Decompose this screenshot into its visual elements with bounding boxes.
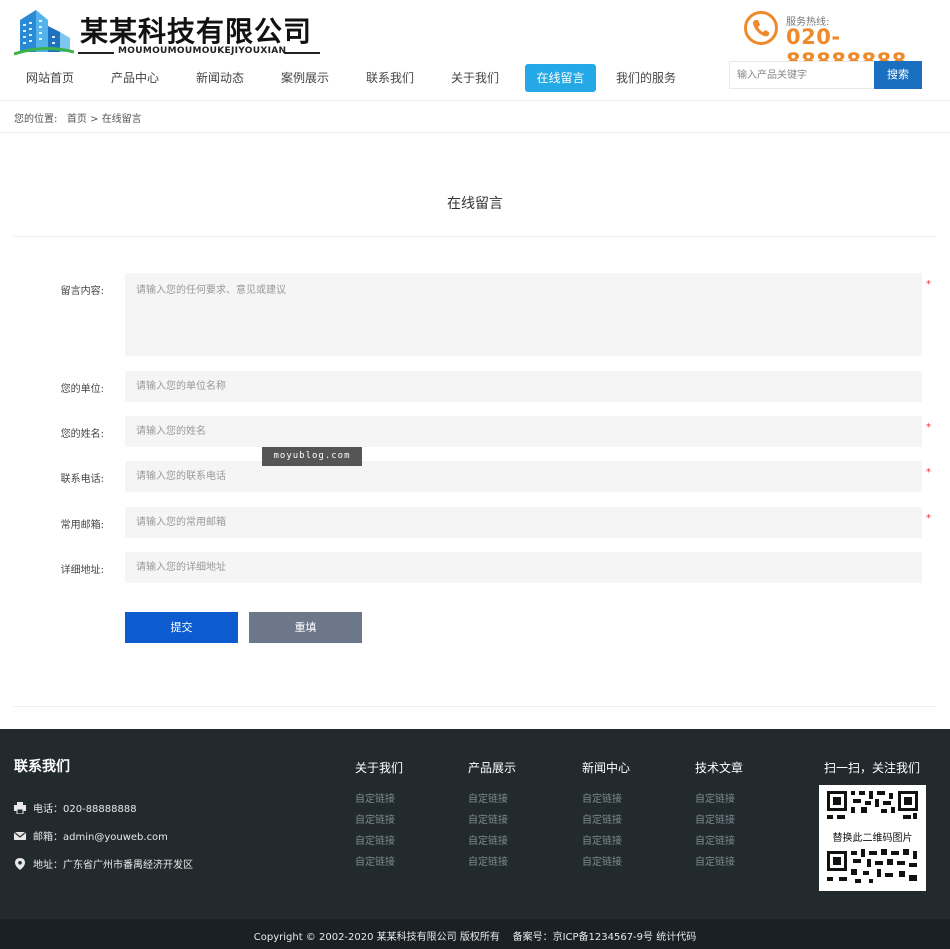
required-mark-phone: * bbox=[926, 467, 931, 478]
required-mark-email: * bbox=[926, 513, 931, 524]
label-name: 您的姓名: bbox=[60, 429, 104, 440]
nav-item-home[interactable]: 网站首页 bbox=[14, 64, 86, 92]
nav-item-message[interactable]: 在线留言 bbox=[525, 64, 596, 92]
footer-col-title: 关于我们 bbox=[355, 761, 404, 775]
footer-contact-title: 联系我们 bbox=[14, 759, 70, 775]
copyright-text: Copyright © 2002-2020 某某科技有限公司 版权所有 备案号：… bbox=[253, 932, 697, 943]
nav-item-services[interactable]: 我们的服务 bbox=[610, 64, 682, 92]
company-input[interactable] bbox=[125, 371, 922, 402]
nav-item-contact[interactable]: 联系我们 bbox=[354, 64, 426, 92]
logo-line-right bbox=[284, 52, 320, 54]
footer-link[interactable]: 自定链接 bbox=[355, 852, 455, 873]
search-input[interactable] bbox=[729, 61, 875, 89]
nav-item-news[interactable]: 新闻动态 bbox=[184, 64, 256, 92]
footer-link[interactable]: 自定链接 bbox=[468, 831, 568, 852]
logo-company-name: 某某科技有限公司 bbox=[80, 15, 313, 48]
footer-col-articles: 技术文章 自定链接 自定链接 自定链接 自定链接 bbox=[695, 759, 795, 873]
footer-phone-text: 电话：020-88888888 bbox=[33, 804, 137, 815]
title-divider bbox=[14, 236, 936, 237]
watermark-label: moyublog.com bbox=[262, 447, 362, 466]
copyright-bar: Copyright © 2002-2020 某某科技有限公司 版权所有 备案号：… bbox=[0, 919, 950, 949]
hotline: 服务热线: 020-88888888 bbox=[744, 10, 934, 73]
email-input[interactable] bbox=[125, 507, 922, 538]
reset-button[interactable]: 重填 bbox=[249, 612, 362, 643]
nav-item-about[interactable]: 关于我们 bbox=[439, 64, 511, 92]
submit-button[interactable]: 提交 bbox=[125, 612, 238, 643]
qr-title: 扫一扫，关注我们 bbox=[823, 761, 920, 775]
footer-email-text: 邮箱：admin@youweb.com bbox=[33, 832, 168, 843]
footer-link[interactable]: 自定链接 bbox=[695, 789, 795, 810]
search-box: 搜索 bbox=[729, 61, 922, 89]
phone-input[interactable] bbox=[125, 461, 922, 492]
label-message: 留言内容: bbox=[60, 286, 104, 297]
building-logo-icon bbox=[14, 10, 74, 56]
footer-link[interactable]: 自定链接 bbox=[582, 789, 682, 810]
qr-code: 替换此二维码图片 bbox=[819, 785, 926, 891]
breadcrumb-current: 在线留言 bbox=[101, 114, 142, 125]
footer-link[interactable]: 自定链接 bbox=[468, 852, 568, 873]
footer-link[interactable]: 自定链接 bbox=[695, 831, 795, 852]
required-mark-name: * bbox=[926, 422, 931, 433]
site-header: 某某科技有限公司 MOUMOUMOUMOUKEJIYOUXIAN 服务热线: 0… bbox=[0, 0, 950, 100]
form-divider bbox=[14, 706, 936, 707]
logo-line-left bbox=[78, 52, 114, 54]
label-phone: 联系电话: bbox=[60, 474, 104, 485]
footer-col-news: 新闻中心 自定链接 自定链接 自定链接 自定链接 bbox=[582, 759, 682, 873]
footer-link[interactable]: 自定链接 bbox=[355, 789, 455, 810]
footer-link[interactable]: 自定链接 bbox=[582, 810, 682, 831]
label-email: 常用邮箱: bbox=[60, 520, 104, 531]
breadcrumb-home-link[interactable]: 首页 bbox=[67, 114, 87, 125]
logo-company-pinyin: MOUMOUMOUMOUKEJIYOUXIAN bbox=[118, 46, 287, 56]
footer-link[interactable]: 自定链接 bbox=[582, 831, 682, 852]
footer-link[interactable]: 自定链接 bbox=[582, 852, 682, 873]
footer-col-title: 新闻中心 bbox=[582, 761, 631, 775]
footer-link[interactable]: 自定链接 bbox=[468, 810, 568, 831]
footer-address: 地址：广东省广州市番禺经济开发区 bbox=[14, 856, 193, 871]
footer-link[interactable]: 自定链接 bbox=[695, 852, 795, 873]
label-address: 详细地址: bbox=[60, 565, 104, 576]
breadcrumb-bar: 您的位置: 首页 > 在线留言 bbox=[0, 100, 950, 133]
footer-col-title: 产品展示 bbox=[468, 761, 517, 775]
footer-link[interactable]: 自定链接 bbox=[355, 810, 455, 831]
qr-caption: 替换此二维码图片 bbox=[832, 833, 913, 844]
nav-item-products[interactable]: 产品中心 bbox=[99, 64, 171, 92]
search-button[interactable]: 搜索 bbox=[874, 61, 922, 89]
address-input[interactable] bbox=[125, 552, 922, 583]
label-company: 您的单位: bbox=[60, 384, 104, 395]
site-logo[interactable]: 某某科技有限公司 MOUMOUMOUMOUKEJIYOUXIAN bbox=[14, 6, 324, 58]
footer-col-about: 关于我们 自定链接 自定链接 自定链接 自定链接 bbox=[355, 759, 455, 873]
footer-address-text: 地址：广东省广州市番禺经济开发区 bbox=[33, 860, 193, 871]
printer-icon bbox=[14, 802, 26, 814]
location-pin-icon bbox=[15, 858, 25, 870]
breadcrumb: 您的位置: 首页 > 在线留言 bbox=[14, 110, 142, 125]
phone-icon bbox=[744, 11, 778, 45]
footer-col-products: 产品展示 自定链接 自定链接 自定链接 自定链接 bbox=[468, 759, 568, 873]
footer-link[interactable]: 自定链接 bbox=[695, 810, 795, 831]
footer-link[interactable]: 自定链接 bbox=[468, 789, 568, 810]
nav-item-cases[interactable]: 案例展示 bbox=[269, 64, 341, 92]
page-title: 在线留言 bbox=[447, 196, 503, 212]
message-textarea[interactable] bbox=[125, 273, 922, 356]
site-footer: 联系我们 电话：020-88888888 邮箱：admin@youweb.com… bbox=[0, 729, 950, 919]
footer-email: 邮箱：admin@youweb.com bbox=[14, 828, 168, 843]
footer-link[interactable]: 自定链接 bbox=[355, 831, 455, 852]
footer-phone: 电话：020-88888888 bbox=[14, 800, 137, 815]
required-mark-message: * bbox=[926, 279, 931, 290]
breadcrumb-separator: > bbox=[90, 114, 99, 125]
mail-icon bbox=[14, 831, 26, 840]
footer-col-title: 技术文章 bbox=[695, 761, 744, 775]
breadcrumb-prefix: 您的位置: bbox=[14, 114, 58, 125]
name-input[interactable] bbox=[125, 416, 922, 447]
